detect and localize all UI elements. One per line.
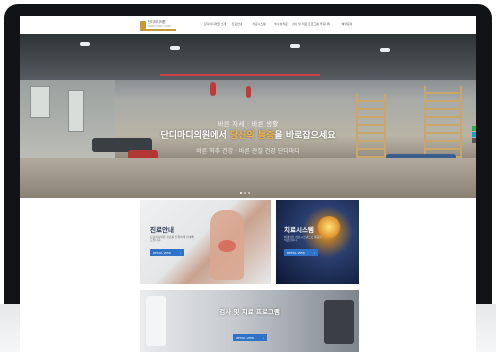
slide-dot[interactable] [248, 192, 250, 194]
hero-window [30, 86, 50, 118]
slide-indicator [240, 192, 250, 194]
card-desc: 체계적인 치료시스템으로 통증을 치료합니다. [284, 235, 322, 243]
card-system[interactable]: 치료시스템 체계적인 치료시스템으로 통증을 치료합니다. DETAIL VIE… [276, 200, 359, 284]
card-desc: 단디마디의원 진료를 친절하게 안내해 드립니다. [150, 235, 194, 243]
quick-menu [472, 126, 476, 143]
site-header: 단디마디의원 DANDI MADI CLINIC 단디마디의원 소개 진료안내 … [20, 16, 476, 34]
hero-subtitle: 바른 자세 · 바른 생활 [217, 120, 279, 128]
hero-rail [160, 74, 320, 76]
detail-view-button[interactable]: DETAIL VIEW › [284, 249, 318, 256]
nav-item-guide[interactable]: 진료안내 [226, 22, 248, 26]
slide-dot[interactable] [244, 192, 246, 194]
ceiling-light [380, 48, 390, 52]
site-logo[interactable]: 단디마디의원 DANDI MADI CLINIC [140, 18, 176, 31]
kakao-icon[interactable] [472, 126, 476, 131]
ceiling-light [80, 42, 90, 46]
nav-item-community[interactable]: 커뮤니티 [314, 22, 336, 26]
hero-banner: 바른 자세 · 바른 생활 단디마디의원에서 당신의 통증을 바로잡으세요 바른… [20, 34, 476, 198]
detail-view-button[interactable]: DETAIL VIEW › [150, 249, 184, 256]
hero-caption: 바른 척추 건강 · 바른 관절 건강 단디마디 [196, 148, 300, 155]
card-title: 치료시스템 [284, 226, 314, 234]
button-label: DETAIL VIEW [287, 250, 305, 255]
hero-title-prefix: 단디마디의원 [160, 131, 211, 141]
arrow-right-icon: › [179, 250, 181, 255]
hero-equipment [246, 86, 251, 98]
hero-title-mid: 에서 [210, 131, 230, 141]
arrow-right-icon: › [262, 335, 264, 340]
hero-title: 단디마디의원에서 당신의 통증을 바로잡으세요 [20, 128, 476, 141]
hero-equipment [210, 82, 216, 96]
top-icon[interactable] [472, 138, 476, 143]
blog-icon[interactable] [472, 132, 476, 137]
main-nav: 단디마디의원 소개 진료안내 치료시스템 비수술치료 검사 및 치료 프로그램 … [204, 22, 358, 26]
doctor-figure [146, 296, 166, 346]
nav-item-system[interactable]: 치료시스템 [248, 22, 270, 26]
logo-underline [140, 29, 176, 31]
arrow-right-icon: › [313, 250, 315, 255]
logo-icon [140, 20, 146, 29]
nav-item-reservation[interactable]: 예약문의 [336, 22, 358, 26]
card-program[interactable]: 검사 및 치료 프로그램 DETAIL VIEW › [140, 290, 359, 352]
detail-view-button[interactable]: DETAIL VIEW › [233, 334, 267, 341]
ceiling-light [290, 44, 300, 48]
card-guide[interactable]: 진료안내 단디마디의원 진료를 친절하게 안내해 드립니다. DETAIL VI… [140, 200, 271, 284]
hero-title-suffix: 을 바로잡으세요 [274, 131, 336, 141]
button-label: DETAIL VIEW [236, 335, 254, 340]
ceiling-light [170, 46, 180, 50]
card-title: 진료안내 [150, 226, 174, 234]
button-label: DETAIL VIEW [153, 250, 171, 255]
slide-dot[interactable] [240, 192, 242, 194]
hero-title-highlight: 당신의 통증 [229, 131, 275, 141]
nav-item-nonsurgical[interactable]: 비수술치료 [270, 22, 292, 26]
logo-subtitle: DANDI MADI CLINIC [148, 24, 172, 28]
card-title: 검사 및 치료 프로그램 [219, 308, 280, 316]
nav-item-program[interactable]: 검사 및 치료 프로그램 [292, 22, 319, 26]
nav-item-about[interactable]: 단디마디의원 소개 [204, 22, 226, 26]
browser-screen: 단디마디의원 DANDI MADI CLINIC 단디마디의원 소개 진료안내 … [20, 16, 476, 352]
pain-highlight [218, 240, 236, 252]
